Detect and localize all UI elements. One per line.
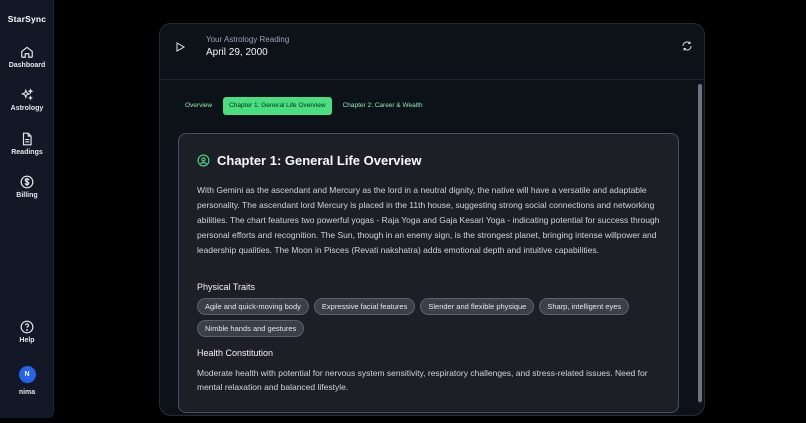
dollar-icon (20, 175, 34, 189)
nav-help[interactable]: Help (0, 320, 54, 344)
document-icon (22, 132, 32, 146)
sidebar: StarSync Dashboard Astrology Readings Bi… (0, 0, 54, 418)
refresh-icon[interactable] (681, 40, 693, 52)
nav-billing-label: Billing (16, 192, 38, 199)
trait-chip: Expressive facial features (313, 298, 416, 315)
tab-overview[interactable]: Overview (179, 97, 218, 115)
user-profile[interactable]: N nima (0, 366, 54, 396)
nav-readings[interactable]: Readings (0, 132, 54, 156)
chapter-title: Chapter 1: General Life Overview (217, 153, 422, 168)
panel-header: Your Astrology Reading April 29, 2000 (160, 24, 704, 80)
traits-list: Agile and quick-moving body Expressive f… (197, 298, 667, 337)
nav-astrology-label: Astrology (10, 105, 44, 112)
brand-logo[interactable]: StarSync (0, 14, 54, 24)
user-circle-icon (197, 154, 210, 167)
reading-subtitle: Your Astrology Reading (206, 35, 290, 44)
health-heading: Health Constitution (197, 348, 274, 358)
home-icon (21, 46, 33, 58)
scrollbar-thumb[interactable] (698, 84, 702, 402)
chapter-body: With Gemini as the ascendant and Mercury… (197, 185, 660, 255)
nav-dashboard[interactable]: Dashboard (0, 45, 54, 69)
chapter-card: Chapter 1: General Life Overview With Ge… (178, 133, 679, 413)
health-body: Moderate health with potential for nervo… (197, 368, 648, 392)
trait-chip: Agile and quick-moving body (197, 298, 309, 315)
help-icon (20, 320, 34, 334)
reading-date: April 29, 2000 (206, 47, 268, 58)
nav-dashboard-label: Dashboard (8, 62, 46, 69)
nav-readings-label: Readings (11, 149, 43, 156)
play-icon[interactable] (174, 41, 186, 53)
sparkles-icon (20, 88, 34, 101)
tab-chapter-2[interactable]: Chapter 2: Career & Wealth (337, 97, 429, 115)
nav-astrology[interactable]: Astrology (0, 88, 54, 112)
trait-chip: Sharp, intelligent eyes (539, 298, 630, 315)
chapter-tabs: Overview Chapter 1: General Life Overvie… (179, 97, 429, 115)
trait-chip: Nimble hands and gestures (197, 320, 305, 337)
trait-chip: Slender and flexible physique (420, 298, 535, 315)
nav-billing[interactable]: Billing (0, 175, 54, 199)
user-name: nima (18, 389, 36, 396)
physical-traits-heading: Physical Traits (197, 282, 256, 292)
chapter-heading: Chapter 1: General Life Overview (197, 153, 421, 168)
avatar[interactable]: N (18, 366, 36, 383)
nav-help-label: Help (19, 337, 35, 344)
tab-chapter-1[interactable]: Chapter 1: General Life Overview (223, 97, 332, 115)
reading-panel: Your Astrology Reading April 29, 2000 Ov… (159, 23, 705, 416)
